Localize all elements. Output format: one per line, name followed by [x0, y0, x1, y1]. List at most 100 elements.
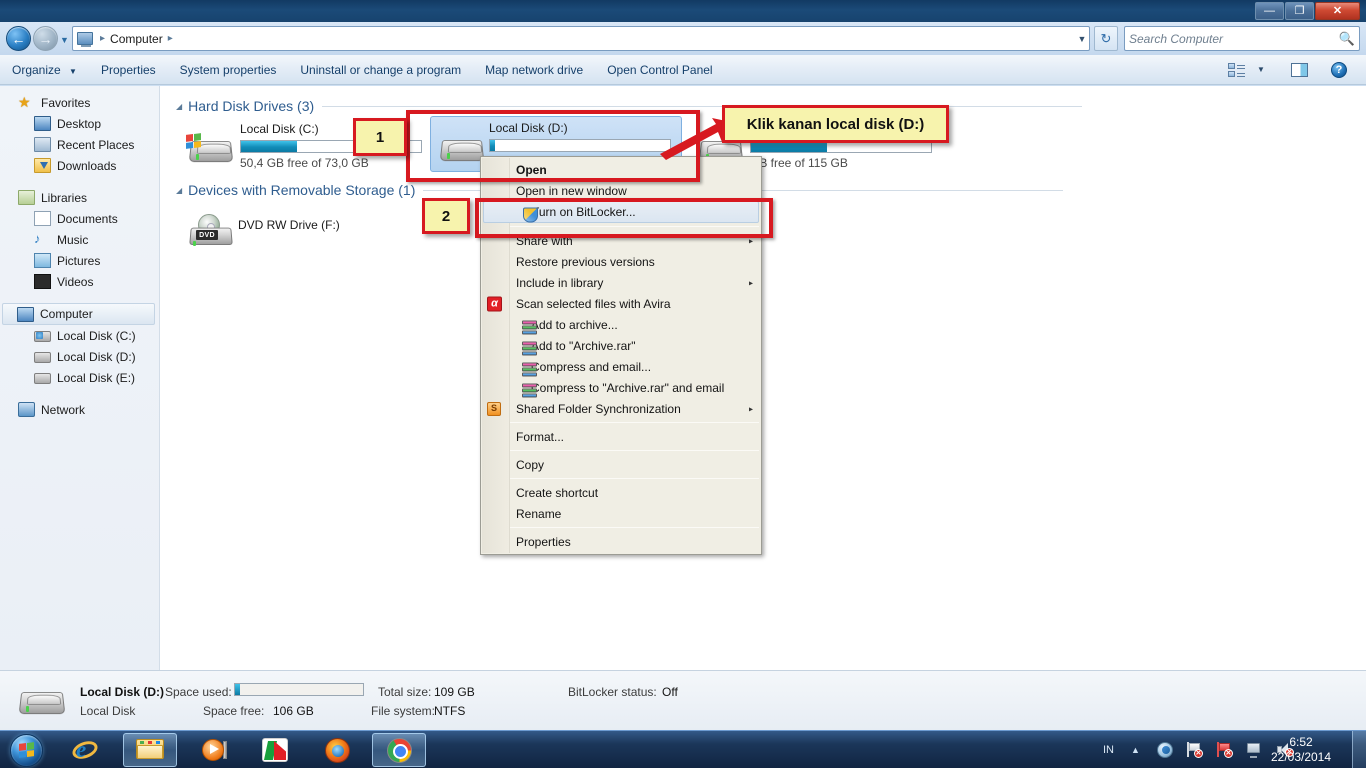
toolbar-organize[interactable]: Organize ▼ — [0, 59, 89, 81]
change-view-button[interactable] — [1224, 59, 1250, 81]
menu-item-label: Compress and email... — [531, 359, 652, 374]
menu-item-label: Create shortcut — [516, 485, 599, 500]
search-input[interactable] — [1129, 31, 1339, 46]
help-button[interactable]: ? — [1326, 59, 1352, 81]
minimize-button[interactable]: — — [1255, 2, 1284, 20]
history-dropdown-icon[interactable]: ▼ — [60, 35, 69, 45]
menu-item-include-in-library[interactable]: Include in library ▸ — [481, 272, 761, 293]
menu-item-copy[interactable]: Copy — [481, 454, 761, 475]
sidebar-item-label: Computer — [40, 307, 93, 321]
tray-action-center[interactable] — [1156, 742, 1173, 758]
back-button[interactable]: ← — [6, 26, 31, 51]
sidebar-item-favorites[interactable]: ★ Favorites — [0, 92, 159, 113]
tray-language-indicator[interactable]: IN — [1103, 744, 1114, 756]
drive-usage-fill — [241, 141, 297, 152]
sidebar-item-network[interactable]: Network — [0, 399, 159, 420]
toolbar-organize-label: Organize — [12, 62, 61, 77]
start-button[interactable] — [2, 732, 50, 768]
winrar-icon — [522, 341, 537, 356]
chevron-down-icon: ◢ — [176, 101, 183, 111]
toolbar-map-network-drive[interactable]: Map network drive — [473, 59, 595, 81]
drive-tile-dvd-rw-f[interactable]: DVD DVD RW Drive (F:) — [180, 204, 430, 256]
group-header-label: Devices with Removable Storage (1) — [188, 182, 416, 198]
taskbar-clock[interactable]: 6:52 22/03/2014 — [1258, 735, 1344, 765]
downloads-icon — [34, 158, 51, 173]
view-dropdown-button[interactable]: ▼ — [1252, 59, 1270, 81]
sidebar-item-videos[interactable]: Videos — [0, 271, 159, 292]
breadcrumb-separator-icon[interactable]: ▸ — [165, 33, 176, 44]
close-button[interactable]: ✕ — [1315, 2, 1360, 20]
show-desktop-button[interactable] — [1352, 731, 1366, 768]
details-space-used-label: Space used: — [165, 685, 232, 699]
menu-item-compress-and-email[interactable]: Compress and email... — [481, 356, 761, 377]
tray-antivirus[interactable]: ✕ — [1216, 742, 1233, 758]
breadcrumb-computer[interactable]: Computer — [108, 32, 165, 46]
taskbar-windows-explorer[interactable] — [123, 733, 177, 767]
show-hidden-icons-button[interactable]: ▲ — [1131, 745, 1140, 755]
forward-button[interactable]: → — [33, 26, 58, 51]
desktop-icon — [34, 116, 51, 131]
menu-item-create-shortcut[interactable]: Create shortcut — [481, 482, 761, 503]
menu-item-shared-folder-synchronization[interactable]: S Shared Folder Synchronization ▸ — [481, 398, 761, 419]
menu-separator — [509, 422, 759, 423]
taskbar-firefox[interactable] — [310, 733, 364, 767]
network-flag-icon: ✕ — [1186, 742, 1203, 758]
sidebar-item-label: Music — [57, 232, 89, 247]
close-icon: ✕ — [1332, 4, 1343, 17]
toolbar-uninstall-program[interactable]: Uninstall or change a program — [288, 59, 473, 81]
menu-item-rename[interactable]: Rename — [481, 503, 761, 524]
sidebar-item-desktop[interactable]: Desktop — [0, 113, 159, 134]
sidebar-item-documents[interactable]: Documents — [0, 208, 159, 229]
sidebar-item-label: Local Disk (C:) — [57, 328, 136, 343]
details-bitlocker-label: BitLocker status: — [568, 685, 657, 699]
taskbar-internet-explorer[interactable]: e — [58, 733, 112, 767]
preview-pane-button[interactable] — [1286, 59, 1312, 81]
details-pane: Local Disk (D:) Local Disk Space used: S… — [0, 670, 1366, 730]
sidebar-item-local-disk-e[interactable]: Local Disk (E:) — [0, 367, 159, 388]
address-path-box[interactable]: ▸ Computer ▸ — [72, 26, 1090, 51]
toolbar-open-control-panel[interactable]: Open Control Panel — [595, 59, 724, 81]
menu-item-restore-previous-versions[interactable]: Restore previous versions — [481, 251, 761, 272]
menu-separator — [509, 478, 759, 479]
menu-item-compress-to-archive-rar-and-email[interactable]: Compress to "Archive.rar" and email — [481, 377, 761, 398]
drive-name: DVD RW Drive (F:) — [238, 218, 340, 232]
toolbar-system-properties[interactable]: System properties — [168, 59, 289, 81]
menu-item-label: Compress to "Archive.rar" and email — [531, 380, 725, 395]
details-title: Local Disk (D:) — [80, 685, 165, 699]
menu-item-label: Restore previous versions — [516, 254, 655, 269]
sidebar-item-recent-places[interactable]: Recent Places — [0, 134, 159, 155]
annotation-step-number: 1 — [375, 128, 385, 146]
search-box[interactable]: 🔍 — [1124, 26, 1360, 51]
sidebar-item-music[interactable]: ♪ Music — [0, 229, 159, 250]
toolbar-properties[interactable]: Properties — [89, 59, 168, 81]
menu-item-properties[interactable]: Properties — [481, 531, 761, 552]
details-space-free-label: Space free: — [203, 704, 265, 718]
taskbar-google-chrome[interactable] — [372, 733, 426, 767]
sidebar-item-libraries[interactable]: Libraries — [0, 187, 159, 208]
minimize-icon: — — [1264, 4, 1275, 17]
menu-item-scan-with-avira[interactable]: α Scan selected files with Avira — [481, 293, 761, 314]
network-icon — [18, 402, 35, 417]
menu-item-add-to-archive[interactable]: Add to archive... — [481, 314, 761, 335]
maximize-button[interactable]: ❐ — [1285, 2, 1314, 20]
taskbar-avira[interactable] — [248, 733, 302, 767]
chevron-down-icon[interactable]: ▼ — [1072, 27, 1092, 50]
navigation-pane: ★ Favorites Desktop Recent Places Downlo… — [0, 86, 160, 670]
sidebar-item-pictures[interactable]: Pictures — [0, 250, 159, 271]
sidebar-item-label: Desktop — [57, 116, 102, 131]
refresh-button[interactable]: ↻ — [1094, 26, 1118, 51]
menu-item-format[interactable]: Format... — [481, 426, 761, 447]
tray-network-flag[interactable]: ✕ — [1186, 742, 1203, 758]
windows-media-player-icon — [202, 738, 228, 762]
sidebar-item-local-disk-c[interactable]: Local Disk (C:) — [0, 325, 159, 346]
annotation-box-step1 — [406, 110, 700, 182]
chevron-right-icon: ▸ — [748, 278, 753, 287]
file-list-pane[interactable]: ◢ Hard Disk Drives (3) Local Disk (C:) 5… — [160, 86, 1366, 670]
system-drive-icon — [34, 331, 51, 342]
sidebar-item-local-disk-d[interactable]: Local Disk (D:) — [0, 346, 159, 367]
sidebar-item-downloads[interactable]: Downloads — [0, 155, 159, 176]
sidebar-item-computer[interactable]: Computer — [2, 303, 155, 325]
details-bitlocker-value: Off — [662, 685, 678, 699]
taskbar-windows-media-player[interactable] — [188, 733, 242, 767]
menu-item-add-to-archive-rar[interactable]: Add to "Archive.rar" — [481, 335, 761, 356]
